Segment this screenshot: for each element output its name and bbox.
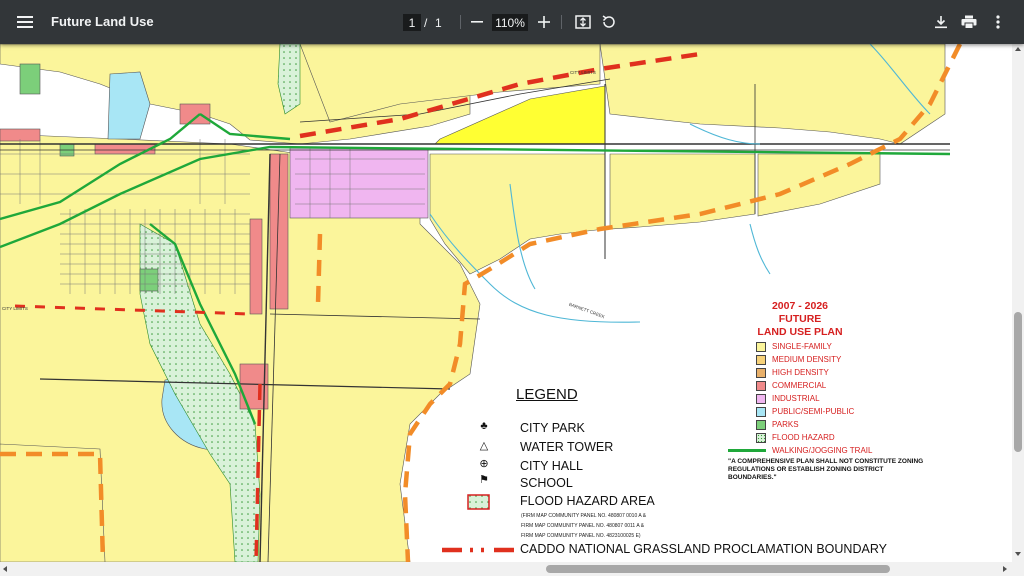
trail-line-swatch (728, 449, 766, 452)
fit-to-page-icon (575, 15, 591, 29)
download-button[interactable] (930, 11, 952, 33)
category-color-swatch (756, 432, 766, 443)
category-label: FLOOD HAZARD (772, 433, 835, 442)
city-hall-icon: ⊕ (479, 458, 489, 470)
scroll-right-arrow-icon[interactable] (1003, 566, 1007, 572)
land-use-category-list: SINGLE-FAMILY MEDIUM DENSITY HIGH DENSITY C… (728, 340, 872, 457)
legend-flood-hazard-area: FLOOD HAZARD AREA (520, 494, 655, 508)
category-color-swatch (756, 419, 766, 430)
category-color-swatch (756, 406, 766, 417)
water-tower-icon: △ (479, 440, 489, 452)
category-label: MEDIUM DENSITY (772, 355, 842, 364)
zoom-in-button[interactable] (533, 11, 555, 33)
page-total: 1 (435, 16, 442, 30)
plus-icon (538, 16, 550, 28)
rotate-button[interactable] (598, 11, 620, 33)
category-label: INDUSTRIAL (772, 394, 820, 403)
category-color-swatch (756, 367, 766, 378)
category-color-swatch (756, 341, 766, 352)
legend-water-tower: WATER TOWER (520, 440, 614, 454)
scroll-up-arrow-icon[interactable] (1015, 47, 1021, 51)
land-use-category-item: SINGLE-FAMILY (756, 340, 872, 353)
land-use-category-item: COMMERCIAL (756, 379, 872, 392)
scroll-down-arrow-icon[interactable] (1015, 552, 1021, 556)
horizontal-scrollbar[interactable] (0, 562, 1024, 576)
toolbar-divider (561, 15, 562, 29)
plan-title: 2007 - 2026 FUTURE LAND USE PLAN (745, 300, 855, 339)
legend-title: LEGEND (516, 386, 578, 403)
category-label: SINGLE-FAMILY (772, 342, 832, 351)
page-separator: / (424, 16, 428, 30)
map-label-city-limits-2: CITY LIMITS (2, 306, 28, 311)
rotate-icon (602, 15, 615, 28)
industrial-area (289, 147, 429, 219)
fit-to-page-button[interactable] (572, 11, 594, 33)
hamburger-menu-icon (17, 16, 33, 28)
print-button[interactable] (958, 11, 980, 33)
city-park-icon: ♣ (480, 420, 488, 432)
land-use-category-item: HIGH DENSITY (756, 366, 872, 379)
legend-city-park: CITY PARK (520, 421, 585, 435)
category-color-swatch (756, 393, 766, 404)
category-label: PARKS (772, 420, 799, 429)
land-use-category-item: INDUSTRIAL (756, 392, 872, 405)
land-use-category-item: PARKS (756, 418, 872, 431)
plan-title-line-2: LAND USE PLAN (757, 326, 843, 338)
pdf-page-viewer[interactable]: CITY LIMITS BARNETT CREEK CITY LIMITS 20… (0, 44, 1012, 562)
trail-label: WALKING/JOGGING TRAIL (772, 446, 873, 455)
legend-city-hall: CITY HALL (520, 459, 583, 473)
document-title: Future Land Use (51, 14, 154, 29)
more-options-button[interactable] (987, 11, 1009, 33)
land-use-category-item: FLOOD HAZARD (756, 431, 872, 444)
toolbar-divider (460, 15, 461, 29)
download-icon (935, 16, 947, 29)
future-land-use-map (0, 44, 963, 562)
land-use-category-item: PUBLIC/SEMI-PUBLIC (756, 405, 872, 418)
vertical-scroll-thumb[interactable] (1014, 312, 1022, 452)
firm-panel-line: FIRM MAP COMMUNITY PANEL NO. 4823100025 … (521, 533, 641, 539)
category-label: PUBLIC/SEMI-PUBLIC (772, 407, 855, 416)
category-label: HIGH DENSITY (772, 368, 829, 377)
zoom-out-button[interactable] (466, 11, 488, 33)
school-icon: ⚑ (479, 474, 489, 486)
vertical-scrollbar[interactable] (1012, 44, 1024, 562)
horizontal-scroll-thumb[interactable] (546, 565, 890, 573)
pdf-toolbar: Future Land Use 1 / 1 110% (0, 0, 1024, 44)
trail-legend-item: WALKING/JOGGING TRAIL (728, 444, 872, 457)
more-vert-icon (996, 15, 1000, 29)
firm-panel-line: (FIRM MAP COMMUNITY PANEL NO. 480807 001… (521, 513, 647, 519)
menu-button[interactable] (10, 8, 40, 36)
category-color-swatch (756, 380, 766, 391)
plan-years: 2007 - 2026 (771, 300, 829, 312)
print-icon (961, 15, 977, 29)
category-color-swatch (756, 354, 766, 365)
zoning-disclaimer: "A COMPREHENSIVE PLAN SHALL NOT CONSTITU… (728, 458, 924, 481)
page-number-input[interactable]: 1 (403, 14, 421, 31)
land-use-category-item: MEDIUM DENSITY (756, 353, 872, 366)
firm-panel-line: FIRM MAP COMMUNITY PANEL NO. 480807 0011… (521, 523, 645, 529)
legend-grassland-boundary: CADDO NATIONAL GRASSLAND PROCLAMATION BO… (520, 542, 887, 556)
category-label: COMMERCIAL (772, 381, 827, 390)
legend-school: SCHOOL (520, 476, 573, 490)
legend-flood-swatch (467, 494, 490, 510)
map-label-city-limits: CITY LIMITS (570, 70, 596, 75)
zoom-level-input[interactable]: 110% (492, 14, 528, 31)
scroll-left-arrow-icon[interactable] (3, 566, 7, 572)
minus-icon (471, 21, 483, 23)
firm-panel-notes: (FIRM MAP COMMUNITY PANEL NO. 480807 001… (521, 511, 646, 541)
plan-title-line-1: FUTURE (778, 313, 822, 325)
